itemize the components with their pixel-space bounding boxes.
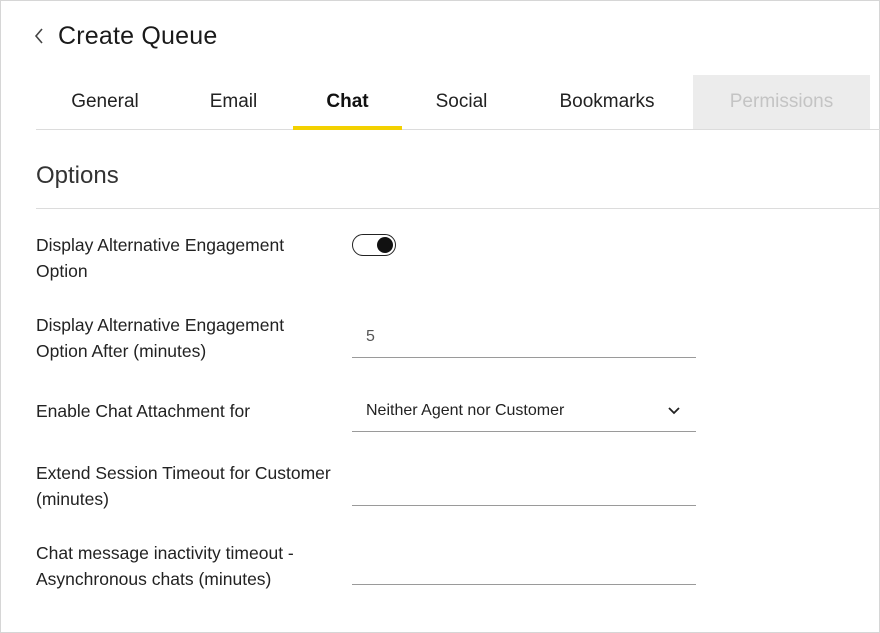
alt-engagement-after-input[interactable]	[352, 316, 696, 357]
tab-general[interactable]: General	[36, 75, 174, 129]
chevron-down-icon	[668, 406, 682, 416]
tab-bookmarks[interactable]: Bookmarks	[521, 75, 693, 129]
alt-engagement-label: Display Alternative Engagement Option	[36, 235, 285, 281]
tab-social[interactable]: Social	[402, 75, 521, 129]
inactivity-timeout-label: Chat message inactivity timeout - Asynch…	[36, 543, 294, 589]
chevron-left-icon[interactable]	[34, 27, 48, 45]
chat-attachment-select[interactable]: Neither Agent nor Customer	[352, 390, 696, 432]
section-title: Options	[36, 162, 119, 189]
extend-session-label: Extend Session Timeout for Customer (min…	[36, 463, 331, 509]
tab-chat[interactable]: Chat	[293, 75, 402, 130]
inactivity-timeout-field	[352, 543, 696, 585]
toggle-knob	[377, 237, 393, 253]
alt-engagement-toggle[interactable]	[352, 234, 396, 256]
tab-email[interactable]: Email	[174, 75, 293, 129]
chat-attachment-label: Enable Chat Attachment for	[36, 401, 251, 421]
section-divider	[36, 208, 880, 209]
tab-bar: General Email Chat Social Bookmarks Perm…	[36, 75, 880, 130]
alt-engagement-after-label: Display Alternative Engagement Option Af…	[36, 315, 285, 361]
tab-permissions: Permissions	[693, 75, 870, 129]
page-title: Create Queue	[58, 21, 218, 50]
inactivity-timeout-input[interactable]	[352, 543, 696, 584]
chat-attachment-value: Neither Agent nor Customer	[366, 401, 565, 419]
extend-session-field	[352, 464, 696, 506]
alt-engagement-after-field	[352, 316, 696, 358]
page-header: Create Queue	[34, 20, 217, 52]
extend-session-input[interactable]	[352, 464, 696, 505]
